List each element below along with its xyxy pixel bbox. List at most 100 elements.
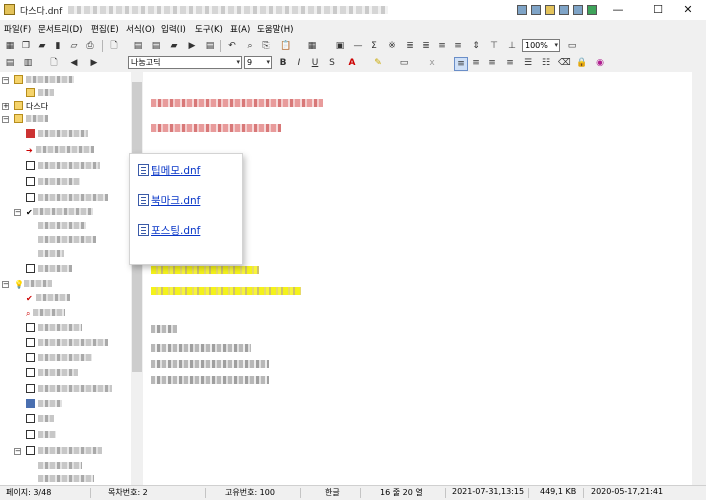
lower-icon[interactable]: ⊥ xyxy=(506,40,518,52)
tree-node[interactable] xyxy=(38,460,82,473)
eraser-icon[interactable]: ⌫ xyxy=(558,57,571,69)
close-button[interactable]: ✕ xyxy=(668,0,706,20)
line-icon[interactable]: — xyxy=(352,40,364,52)
tree-node[interactable]: − 💡 xyxy=(2,278,52,291)
spacing-icon[interactable]: ⇕ xyxy=(470,40,482,52)
italic-button[interactable]: I xyxy=(293,57,305,69)
undo-icon[interactable]: ↶ xyxy=(226,40,238,52)
title-tool-icon[interactable] xyxy=(517,5,527,15)
tree-node[interactable] xyxy=(26,192,108,205)
tree-node[interactable] xyxy=(26,322,82,335)
forward-icon[interactable]: ▶ xyxy=(88,57,100,69)
menu-file[interactable]: 파일(F) xyxy=(4,23,31,35)
underline-button[interactable]: U xyxy=(309,57,321,69)
title-tool-icon[interactable] xyxy=(545,5,555,15)
sum-icon[interactable]: Σ xyxy=(368,40,380,52)
expander-icon[interactable]: − xyxy=(14,448,21,455)
menu-doctree[interactable]: 문서트리(D) xyxy=(38,23,82,35)
open-folder-icon[interactable]: ▰ xyxy=(168,40,180,52)
expander-icon[interactable]: − xyxy=(2,116,9,123)
link-tipmemo[interactable]: 팁메모.dnf xyxy=(138,163,200,178)
align-center-icon[interactable]: ≡ xyxy=(470,57,482,69)
indent-icon[interactable]: ≣ xyxy=(404,40,416,52)
tree-node[interactable] xyxy=(26,337,108,350)
image-icon[interactable]: ▣ xyxy=(334,40,346,52)
upper-icon[interactable]: ⊤ xyxy=(488,40,500,52)
tree-node[interactable] xyxy=(38,248,64,261)
doc3-icon[interactable]: ▤ xyxy=(204,40,216,52)
symbol-icon[interactable]: ※ xyxy=(386,40,398,52)
table-icon[interactable]: ▦ xyxy=(306,40,318,52)
border-icon[interactable]: ▭ xyxy=(398,57,410,69)
copy-icon[interactable]: ❐ xyxy=(20,40,32,52)
special-icon[interactable]: ◉ xyxy=(594,57,606,69)
menu-format[interactable]: 서식(O) xyxy=(126,23,155,35)
tree-node[interactable] xyxy=(26,383,112,396)
editor-area[interactable] xyxy=(143,72,692,485)
doc-icon[interactable]: ▤ xyxy=(132,40,144,52)
replace-icon[interactable]: ⎘ xyxy=(260,40,272,52)
subscript-icon[interactable]: x xyxy=(426,57,438,69)
link-bookmark[interactable]: 북마크.dnf xyxy=(138,193,200,208)
outdent-icon[interactable]: ≣ xyxy=(420,40,432,52)
highlight-icon[interactable]: ✎ xyxy=(372,57,384,69)
justify-icon[interactable]: ≡ xyxy=(504,57,516,69)
strike-icon[interactable]: S xyxy=(326,57,338,69)
tree-node[interactable]: − xyxy=(2,74,74,87)
font-color-icon[interactable]: A xyxy=(346,57,358,69)
back-icon[interactable]: ◀ xyxy=(68,57,80,69)
title-tool-icon[interactable] xyxy=(559,5,569,15)
new-page-icon[interactable]: 🗋 xyxy=(48,57,60,69)
doc-list-icon[interactable]: ▥ xyxy=(22,57,34,69)
tree-node[interactable] xyxy=(26,263,72,276)
new-tree-icon[interactable]: ▦ xyxy=(4,40,16,52)
menu-help[interactable]: 도움말(H) xyxy=(257,23,293,35)
menu-edit[interactable]: 편집(E) xyxy=(91,23,119,35)
tree-node[interactable]: ⌕ xyxy=(26,307,66,320)
menu-table[interactable]: 표(A) xyxy=(230,23,250,35)
tree-node[interactable]: ✔ xyxy=(26,292,70,305)
doc2-icon[interactable]: ▤ xyxy=(150,40,162,52)
tree-toggle-icon[interactable]: ▤ xyxy=(4,57,16,69)
tree-node[interactable] xyxy=(26,128,88,141)
align-left-icon[interactable]: ≡ xyxy=(454,57,468,71)
tree-node[interactable]: − ✔ xyxy=(14,206,93,219)
tree-node[interactable] xyxy=(26,367,78,380)
expander-icon[interactable]: − xyxy=(14,209,21,216)
zoom-select[interactable]: 100% ▾ xyxy=(522,39,560,52)
lock-icon[interactable]: 🔒 xyxy=(576,57,588,69)
link-posting[interactable]: 포스팅.dnf xyxy=(138,223,200,238)
tree-node[interactable] xyxy=(26,413,54,426)
align-icon[interactable]: ≡ xyxy=(436,40,448,52)
title-tool-icon[interactable] xyxy=(587,5,597,15)
tree-node[interactable] xyxy=(26,160,100,173)
save-icon[interactable]: ▮ xyxy=(52,40,64,52)
align2-icon[interactable]: ≡ xyxy=(452,40,464,52)
tree-node[interactable]: ➔ xyxy=(26,144,94,157)
editor-scrollbar[interactable] xyxy=(692,72,706,485)
export-icon[interactable]: ▶ xyxy=(186,40,198,52)
folder-icon[interactable]: ▱ xyxy=(68,40,80,52)
minimize-button[interactable]: — xyxy=(598,0,638,20)
tree-node[interactable] xyxy=(38,220,86,233)
find-icon[interactable]: ⌕ xyxy=(244,40,256,52)
font-select[interactable]: 나눔고딕 ▾ xyxy=(128,56,242,69)
expander-icon[interactable]: − xyxy=(2,77,9,84)
expander-icon[interactable]: − xyxy=(2,281,9,288)
numbered-list-icon[interactable]: ☷ xyxy=(540,57,552,69)
new-doc-icon[interactable]: 🗋 xyxy=(108,40,120,52)
tree-node[interactable] xyxy=(38,473,94,485)
menu-insert[interactable]: 입력(I) xyxy=(161,23,186,35)
tree-node[interactable] xyxy=(26,352,92,365)
tree-node-dasda[interactable]: + 다스다 xyxy=(2,100,48,113)
align-right-icon[interactable]: ≡ xyxy=(486,57,498,69)
bold-button[interactable]: B xyxy=(277,57,289,69)
tree-node[interactable] xyxy=(38,234,96,247)
print-icon[interactable]: ⎙ xyxy=(84,40,96,52)
size-select[interactable]: 9 ▾ xyxy=(244,56,272,69)
view-icon[interactable]: ▭ xyxy=(566,40,578,52)
list-icon[interactable]: ☰ xyxy=(522,57,534,69)
title-tool-icon[interactable] xyxy=(573,5,583,15)
tree-node[interactable]: − xyxy=(2,113,48,126)
title-tool-icon[interactable] xyxy=(531,5,541,15)
